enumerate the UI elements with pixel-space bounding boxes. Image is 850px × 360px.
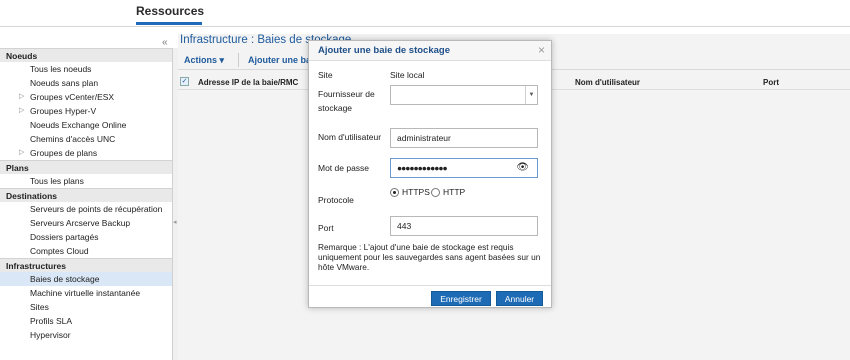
- password-label: Mot de passe: [318, 163, 370, 173]
- sidebar-item[interactable]: Tous les plans: [0, 174, 172, 188]
- sidebar-item-label: Tous les noeuds: [30, 64, 92, 74]
- sidebar-item[interactable]: ▷ Groupes vCenter/ESX: [0, 90, 172, 104]
- top-bar: Ressources: [0, 0, 850, 27]
- sidebar: « Noeuds Tous les noeuds Noeuds sans plan ▷…: [0, 37, 173, 360]
- sidebar-item-label: Chemins d'accès UNC: [30, 134, 116, 144]
- sidebar-item[interactable]: Noeuds sans plan: [0, 76, 172, 90]
- sidebar-item-label: Comptes Cloud: [30, 246, 89, 256]
- sidebar-item[interactable]: Serveurs de points de récupération: [0, 202, 172, 216]
- close-icon[interactable]: ×: [538, 43, 545, 57]
- chevron-down-icon[interactable]: ▼: [525, 86, 537, 104]
- protocol-label: Protocole: [318, 195, 354, 205]
- protocol-http-label: HTTP: [443, 187, 466, 197]
- sidebar-item-label: Groupes Hyper-V: [30, 106, 97, 116]
- sidebar-item-label: Groupes de plans: [30, 148, 98, 158]
- protocol-https-radio[interactable]: HTTPS: [390, 187, 430, 197]
- sidebar-item[interactable]: Machine virtuelle instantanée: [0, 286, 172, 300]
- site-label: Site: [318, 70, 333, 80]
- port-field[interactable]: 443: [390, 216, 538, 236]
- site-value: Site local: [390, 70, 425, 80]
- page-title[interactable]: Ressources: [136, 4, 204, 18]
- sidebar-item[interactable]: Tous les noeuds: [0, 62, 172, 76]
- sidebar-item[interactable]: Serveurs Arcserve Backup: [0, 216, 172, 230]
- password-field[interactable]: ●●●●●●●●●●●● 👁: [390, 158, 538, 178]
- username-field[interactable]: administrateur: [390, 128, 538, 148]
- sidebar-item-label: Noeuds Exchange Online: [30, 120, 127, 130]
- sidebar-item[interactable]: Hypervisor: [0, 328, 172, 342]
- column-port[interactable]: Port: [763, 78, 779, 87]
- vendor-label: Fournisseur de stockage: [318, 89, 375, 113]
- dialog-body: Site Site local Fournisseur de stockage …: [309, 61, 551, 287]
- sidebar-item[interactable]: ▷ Groupes de plans: [0, 146, 172, 160]
- sidebar-item-label: Tous les plans: [30, 176, 84, 186]
- expand-arrow-icon[interactable]: ▷: [19, 90, 24, 104]
- expand-arrow-icon[interactable]: ▷: [19, 146, 24, 160]
- actions-label: Actions: [184, 55, 218, 65]
- show-password-eye-icon[interactable]: 👁: [516, 159, 529, 177]
- sidebar-item-label: Sites: [30, 302, 49, 312]
- sidebar-item-label: Profils SLA: [30, 316, 73, 326]
- sidebar-item-label: Serveurs de points de récupération: [30, 204, 163, 214]
- sidebar-item[interactable]: Dossiers partagés: [0, 230, 172, 244]
- radio-selected-icon[interactable]: [390, 187, 399, 197]
- save-button[interactable]: Enregistrer: [431, 291, 491, 306]
- sidebar-item-label: Machine virtuelle instantanée: [30, 288, 141, 298]
- sidebar-item-label: Noeuds sans plan: [30, 78, 99, 88]
- sidebar-item-label: Hypervisor: [30, 330, 71, 340]
- port-label: Port: [318, 223, 334, 233]
- sidebar-section-header[interactable]: Noeuds: [0, 48, 172, 62]
- sidebar-item[interactable]: Comptes Cloud: [0, 244, 172, 258]
- sidebar-item[interactable]: Profils SLA: [0, 314, 172, 328]
- active-tab-underline: [136, 22, 202, 25]
- vendor-select[interactable]: ▼: [390, 85, 538, 105]
- dialog-header: Ajouter une baie de stockage ×: [309, 41, 551, 61]
- collapse-sidebar-icon[interactable]: «: [162, 37, 168, 48]
- sidebar-item-label: Baies de stockage: [30, 274, 100, 284]
- actions-menu[interactable]: Actions ▾: [184, 55, 224, 66]
- sidebar-section-header[interactable]: Infrastructures: [0, 258, 172, 272]
- splitter-grip-icon[interactable]: ◂: [173, 218, 177, 226]
- radio-unselected-icon[interactable]: [431, 187, 440, 197]
- sidebar-item-label: Dossiers partagés: [30, 232, 99, 242]
- sidebar-item-label: Serveurs Arcserve Backup: [30, 218, 131, 228]
- expand-arrow-icon[interactable]: ▷: [19, 104, 24, 118]
- remark-text: Remarque : L'ajout d'une baie de stockag…: [318, 242, 541, 272]
- add-storage-array-dialog: Ajouter une baie de stockage × Site Site…: [308, 40, 552, 308]
- password-value: ●●●●●●●●●●●●: [397, 163, 448, 173]
- sidebar-section-header[interactable]: Destinations: [0, 188, 172, 202]
- column-address[interactable]: Adresse IP de la baie/RMC: [198, 78, 298, 87]
- sidebar-item[interactable]: Chemins d'accès UNC: [0, 132, 172, 146]
- sidebar-item[interactable]: Baies de stockage: [0, 272, 172, 286]
- chevron-down-icon: ▾: [219, 55, 225, 65]
- sidebar-item[interactable]: Sites: [0, 300, 172, 314]
- username-label: Nom d'utilisateur: [318, 132, 382, 142]
- select-all-checkbox[interactable]: ✓: [180, 77, 189, 86]
- sidebar-section-header[interactable]: Plans: [0, 160, 172, 174]
- protocol-http-radio[interactable]: HTTP: [431, 187, 465, 197]
- cancel-button[interactable]: Annuler: [496, 291, 543, 306]
- sidebar-list: Noeuds Tous les noeuds Noeuds sans plan ▷ Gr…: [0, 48, 172, 342]
- username-value: administrateur: [397, 133, 451, 143]
- protocol-https-label: HTTPS: [402, 187, 430, 197]
- sidebar-item-label: Groupes vCenter/ESX: [30, 92, 115, 102]
- column-username[interactable]: Nom d'utilisateur: [575, 78, 640, 87]
- dialog-title: Ajouter une baie de stockage: [318, 45, 450, 56]
- toolbar-divider: [238, 53, 239, 67]
- port-value: 443: [397, 221, 412, 231]
- sidebar-item[interactable]: Noeuds Exchange Online: [0, 118, 172, 132]
- sidebar-item[interactable]: ▷ Groupes Hyper-V: [0, 104, 172, 118]
- dialog-footer: Enregistrer Annuler: [309, 285, 551, 307]
